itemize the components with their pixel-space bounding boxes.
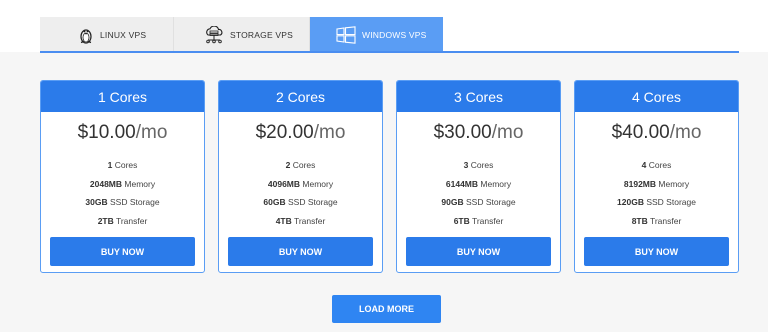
- load-more-button[interactable]: LOAD MORE: [332, 295, 441, 323]
- penguin-icon: [78, 26, 94, 44]
- price-amount: $30.00: [433, 122, 492, 143]
- feature-cores: 3 Cores: [463, 160, 494, 170]
- feature-transfer: 2TB Transfer: [97, 216, 148, 227]
- plan-price: $10.00/mo: [41, 122, 204, 144]
- price-period: /mo: [313, 122, 346, 143]
- plan-card: 3 Cores $30.00/mo 3 Cores 6144MB Memory …: [396, 80, 561, 273]
- price-period: /mo: [669, 122, 702, 143]
- feature-transfer: 4TB Transfer: [275, 216, 326, 227]
- feature-storage: 90GB SSD Storage: [441, 197, 516, 208]
- feature-storage: 30GB SSD Storage: [85, 197, 160, 208]
- feature-cores: 4 Cores: [641, 160, 672, 170]
- cloud-server-icon: [204, 25, 224, 44]
- buy-now-button[interactable]: BUY NOW: [228, 237, 373, 266]
- pricing-cards: 1 Cores $10.00/mo 1 Cores 2048MB Memory …: [40, 80, 739, 273]
- plan-price: $20.00/mo: [219, 122, 382, 144]
- price-period: /mo: [135, 122, 168, 143]
- feature-storage: 120GB SSD Storage: [617, 197, 696, 208]
- plan-title: 2 Cores: [219, 81, 382, 112]
- buy-now-button[interactable]: BUY NOW: [50, 237, 195, 266]
- plan-card: 4 Cores $40.00/mo 4 Cores 8192MB Memory …: [574, 80, 739, 273]
- buy-now-button[interactable]: BUY NOW: [406, 237, 551, 266]
- feature-cores: 1 Cores: [107, 160, 138, 170]
- plan-price: $40.00/mo: [575, 122, 738, 144]
- tab-windows-vps[interactable]: WINDOWS VPS: [310, 17, 443, 52]
- plan-features: 1 Cores 2048MB Memory 30GB SSD Storage 2…: [41, 156, 204, 231]
- plan-title: 1 Cores: [41, 81, 204, 112]
- tab-label: LINUX VPS: [100, 29, 147, 40]
- plan-title: 3 Cores: [397, 81, 560, 112]
- feature-memory: 2048MB Memory: [89, 178, 156, 189]
- buy-now-button[interactable]: BUY NOW: [584, 237, 729, 266]
- price-period: /mo: [491, 122, 524, 143]
- feature-transfer: 8TB Transfer: [631, 216, 682, 227]
- plan-card: 1 Cores $10.00/mo 1 Cores 2048MB Memory …: [40, 80, 205, 273]
- feature-memory: 4096MB Memory: [267, 178, 334, 189]
- plan-price: $30.00/mo: [397, 122, 560, 144]
- price-amount: $10.00: [77, 122, 136, 143]
- plan-features: 2 Cores 4096MB Memory 60GB SSD Storage 4…: [219, 156, 382, 231]
- feature-memory: 8192MB Memory: [623, 178, 690, 189]
- tab-linux-vps[interactable]: LINUX VPS: [40, 17, 174, 52]
- price-amount: $20.00: [255, 122, 314, 143]
- tab-label: STORAGE VPS: [230, 29, 293, 40]
- plan-card: 2 Cores $20.00/mo 2 Cores 4096MB Memory …: [218, 80, 383, 273]
- plan-features: 4 Cores 8192MB Memory 120GB SSD Storage …: [575, 156, 738, 231]
- feature-cores: 2 Cores: [285, 160, 316, 170]
- plan-features: 3 Cores 6144MB Memory 90GB SSD Storage 6…: [397, 156, 560, 231]
- feature-memory: 6144MB Memory: [445, 178, 512, 189]
- feature-transfer: 6TB Transfer: [453, 216, 504, 227]
- plan-title: 4 Cores: [575, 81, 738, 112]
- tab-underline: [40, 51, 739, 53]
- windows-logo-icon: [336, 25, 356, 44]
- tab-storage-vps[interactable]: STORAGE VPS: [174, 17, 310, 52]
- feature-storage: 60GB SSD Storage: [263, 197, 338, 208]
- price-amount: $40.00: [611, 122, 670, 143]
- vps-tabs: LINUX VPS STORAGE VPS WINDOWS VPS: [40, 17, 443, 53]
- tab-label: WINDOWS VPS: [362, 29, 427, 40]
